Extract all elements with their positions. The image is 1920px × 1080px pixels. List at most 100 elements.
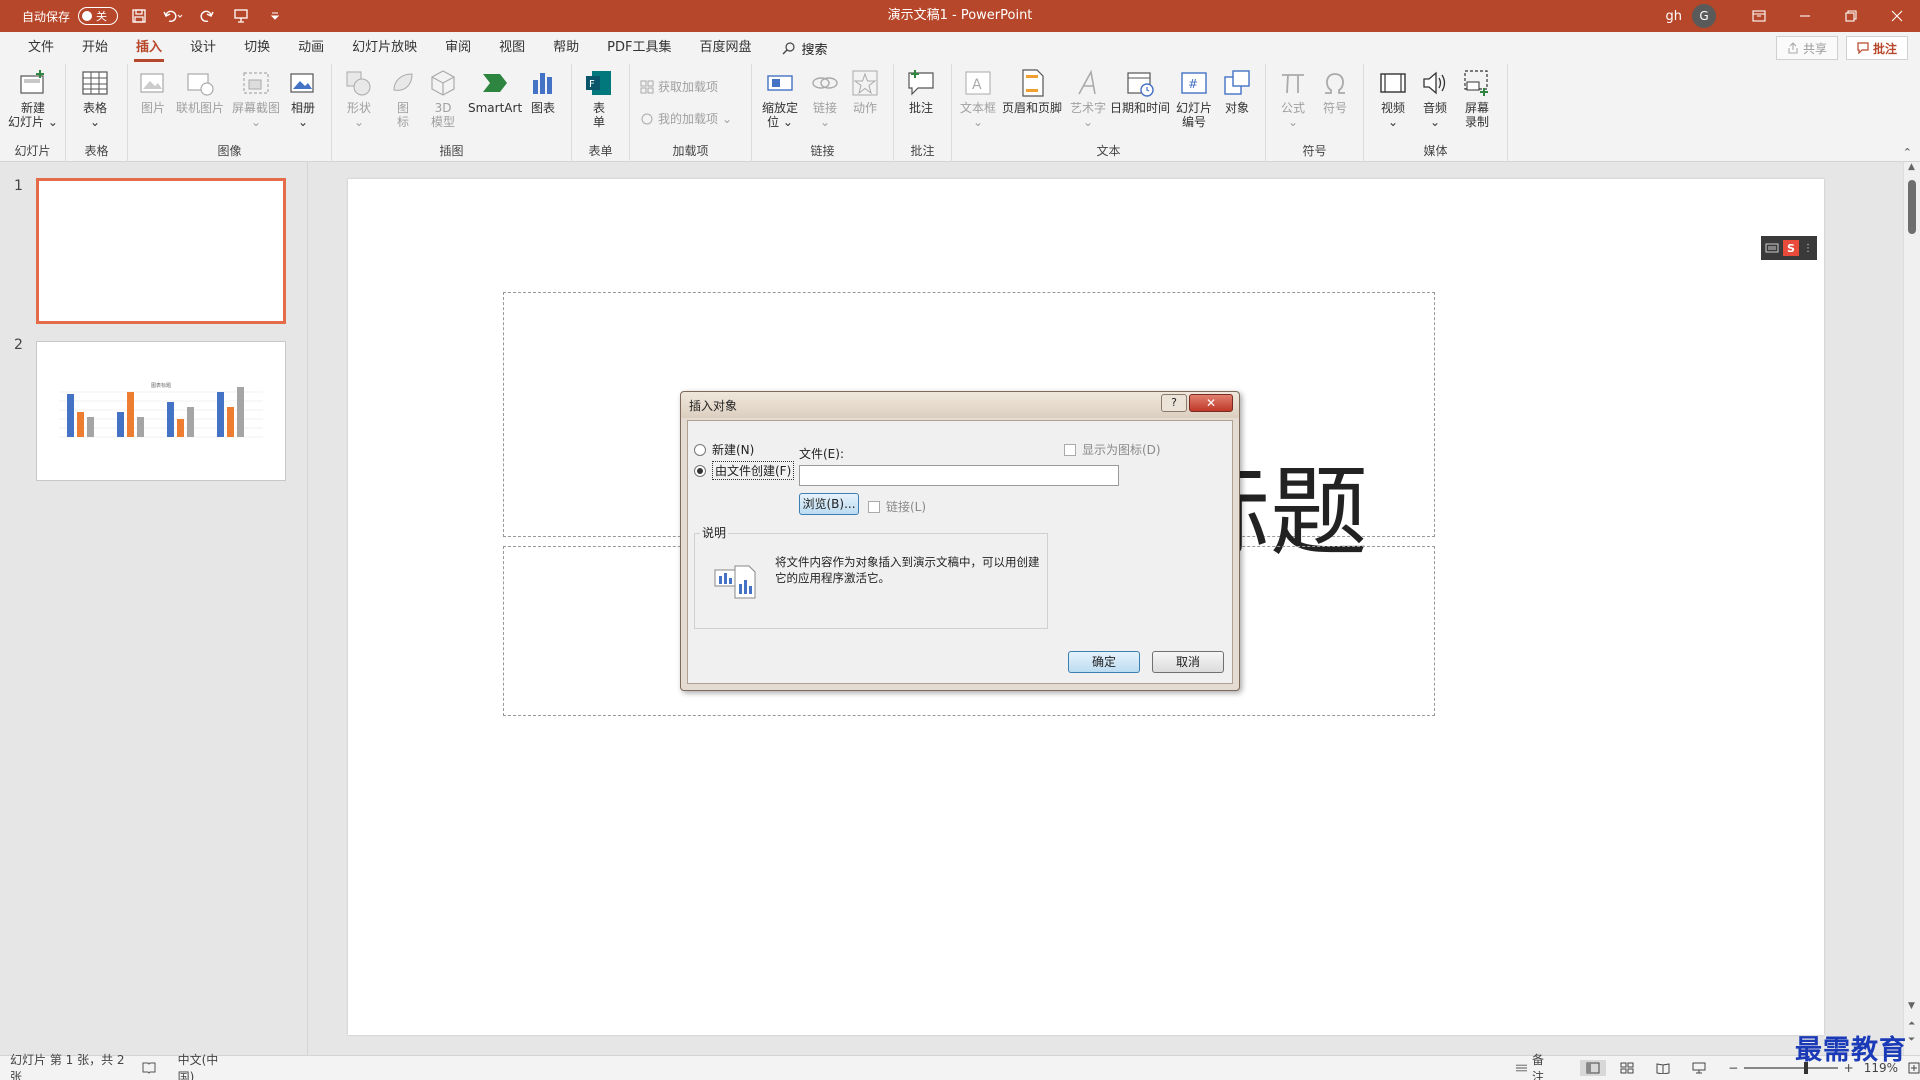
comments-button[interactable]: 批注	[1845, 36, 1908, 60]
picture-button[interactable]: 图片	[138, 68, 168, 115]
wordart-button[interactable]: 艺术字 ⌄	[1070, 68, 1106, 129]
browse-button[interactable]: 浏览(B)...	[799, 493, 859, 515]
restore-icon[interactable]	[1828, 0, 1874, 32]
cancel-button[interactable]: 取消	[1152, 651, 1224, 673]
smartart-button[interactable]: SmartArt	[468, 68, 522, 115]
action-button[interactable]: 动作	[850, 68, 880, 115]
description-group: 将文件内容作为对象插入到演示文稿中，可以用创建它的应用程序激活它。	[694, 533, 1048, 629]
thumbnail-bar	[137, 417, 144, 437]
previous-slide-icon[interactable]: ⏶	[1908, 1019, 1915, 1029]
radio-create-new[interactable]: 新建(N)	[694, 441, 754, 458]
dialog-help-button[interactable]: ?	[1161, 394, 1187, 412]
thumbnail-bar	[227, 407, 234, 437]
next-slide-icon[interactable]: ⏷	[1908, 1035, 1915, 1045]
ribbon-group-comments: 批注 批注	[894, 64, 952, 162]
save-icon[interactable]	[126, 3, 152, 29]
tab-design[interactable]: 设计	[176, 32, 230, 64]
slide-thumbnail-1[interactable]	[36, 178, 286, 324]
close-icon[interactable]	[1874, 0, 1920, 32]
reading-view-icon[interactable]	[1656, 1062, 1670, 1074]
collapse-ribbon-icon[interactable]: ⌃	[1903, 146, 1912, 159]
ribbon-display-icon[interactable]	[1736, 0, 1782, 32]
autosave-toggle[interactable]: 关	[78, 7, 119, 25]
tab-animations[interactable]: 动画	[284, 32, 338, 64]
dropdown-arrow-icon: ⌄	[819, 115, 831, 129]
spellcheck-icon[interactable]	[142, 1062, 156, 1074]
customize-icon[interactable]	[262, 3, 288, 29]
tab-pdf-tools[interactable]: PDF工具集	[593, 32, 685, 64]
slideshow-view-icon[interactable]	[1692, 1062, 1706, 1074]
dialog-title-bar[interactable]: 插入对象	[681, 392, 1239, 418]
tab-slideshow[interactable]: 幻灯片放映	[338, 32, 431, 64]
language-indicator[interactable]: 中文(中国)	[178, 1051, 232, 1080]
tab-baidu-netdisk[interactable]: 百度网盘	[685, 32, 765, 64]
get-addins-button[interactable]: 获取加载项	[640, 78, 718, 95]
radio-create-new-label: 新建(N)	[712, 443, 755, 457]
video-button[interactable]: 视频 ⌄	[1378, 68, 1408, 129]
notes-label: 备注	[1532, 1053, 1545, 1080]
header-footer-button[interactable]: 页眉和页脚	[1002, 68, 1062, 115]
link-button[interactable]: 链接 ⌄	[810, 68, 840, 129]
slide-sorter-icon[interactable]	[1620, 1062, 1634, 1074]
screenshot-button[interactable]: 屏幕截图 ⌄	[232, 68, 280, 129]
slide-thumbnail-2[interactable]: 图表标题	[36, 341, 286, 481]
present-icon[interactable]	[228, 3, 254, 29]
zoom-slider[interactable]	[1744, 1062, 1838, 1074]
tab-review[interactable]: 审阅	[431, 32, 485, 64]
forms-button[interactable]: F 表 单	[584, 68, 614, 129]
dialog-close-button[interactable]: ✕	[1189, 394, 1233, 412]
display-as-icon-checkbox[interactable]: 显示为图标(D)	[1064, 441, 1161, 458]
object-button[interactable]: 对象	[1222, 68, 1252, 115]
radio-create-from-file[interactable]: 由文件创建(F)	[694, 461, 795, 480]
3d-model-button[interactable]: 3D 模型	[428, 68, 458, 129]
date-time-button[interactable]: 日期和时间	[1110, 68, 1170, 115]
redo-icon[interactable]	[194, 3, 220, 29]
screen-recording-button[interactable]: 屏幕 录制	[1462, 68, 1492, 129]
table-button[interactable]: 表格 ⌄	[80, 68, 110, 129]
tab-home[interactable]: 开始	[68, 32, 122, 64]
scroll-down-icon[interactable]: ▼	[1908, 1001, 1915, 1011]
zoom-button[interactable]: 缩放定 位 ⌄	[762, 68, 798, 129]
symbol-button[interactable]: 符号	[1320, 68, 1350, 115]
tab-insert[interactable]: 插入	[122, 32, 176, 64]
normal-view-icon[interactable]	[1580, 1060, 1607, 1076]
chart-button[interactable]: 图表	[528, 68, 558, 115]
tab-file[interactable]: 文件	[14, 32, 68, 64]
undo-icon[interactable]	[160, 3, 186, 29]
tab-help[interactable]: 帮助	[539, 32, 593, 64]
new-comment-button[interactable]: 批注	[906, 68, 936, 115]
vertical-scrollbar[interactable]: ▲ ▼ ⏶ ⏷	[1903, 162, 1920, 1055]
online-picture-button[interactable]: 联机图片	[176, 68, 224, 115]
search-box[interactable]: 搜索	[766, 32, 828, 64]
audio-button[interactable]: 音频 ⌄	[1420, 68, 1450, 129]
scrollbar-thumb[interactable]	[1908, 180, 1916, 234]
notes-button[interactable]: 备注	[1515, 1051, 1554, 1080]
share-button[interactable]: 共享	[1775, 36, 1838, 60]
tab-transitions[interactable]: 切换	[230, 32, 284, 64]
new-slide-button[interactable]: 新建 幻灯片 ⌄	[8, 68, 58, 129]
get-addins-label: 获取加载项	[658, 80, 719, 94]
floating-toolbar[interactable]: S ⋮	[1761, 236, 1817, 260]
file-path-input[interactable]	[799, 465, 1119, 486]
user-name[interactable]: gh	[1666, 9, 1683, 24]
tab-view[interactable]: 视图	[485, 32, 539, 64]
ok-button[interactable]: 确定	[1068, 651, 1140, 673]
share-label: 共享	[1802, 41, 1827, 56]
picture-icon	[140, 73, 164, 93]
my-addins-button[interactable]: 我的加载项 ⌄	[640, 110, 732, 127]
link-checkbox[interactable]: 链接(L)	[868, 498, 926, 515]
screen-recording-label-1: 屏幕	[1464, 101, 1489, 115]
dropdown-arrow-icon: ⌄	[722, 111, 733, 126]
album-button[interactable]: 相册 ⌄	[288, 68, 318, 129]
shapes-button[interactable]: 形状 ⌄	[344, 68, 374, 129]
minimize-icon[interactable]	[1782, 0, 1828, 32]
equation-button[interactable]: 公式 ⌄	[1278, 68, 1308, 129]
icons-button[interactable]: 图 标	[388, 68, 418, 129]
slide-number-button[interactable]: # 幻灯片 编号	[1176, 68, 1212, 129]
textbox-button[interactable]: A 文本框 ⌄	[960, 68, 996, 129]
scroll-up-icon[interactable]: ▲	[1908, 162, 1915, 172]
avatar[interactable]: G	[1692, 4, 1716, 28]
slide-number-icon: #	[1181, 72, 1207, 94]
fit-to-window-icon[interactable]	[1908, 1062, 1920, 1074]
zoom-out-button[interactable]: −	[1728, 1061, 1738, 1075]
